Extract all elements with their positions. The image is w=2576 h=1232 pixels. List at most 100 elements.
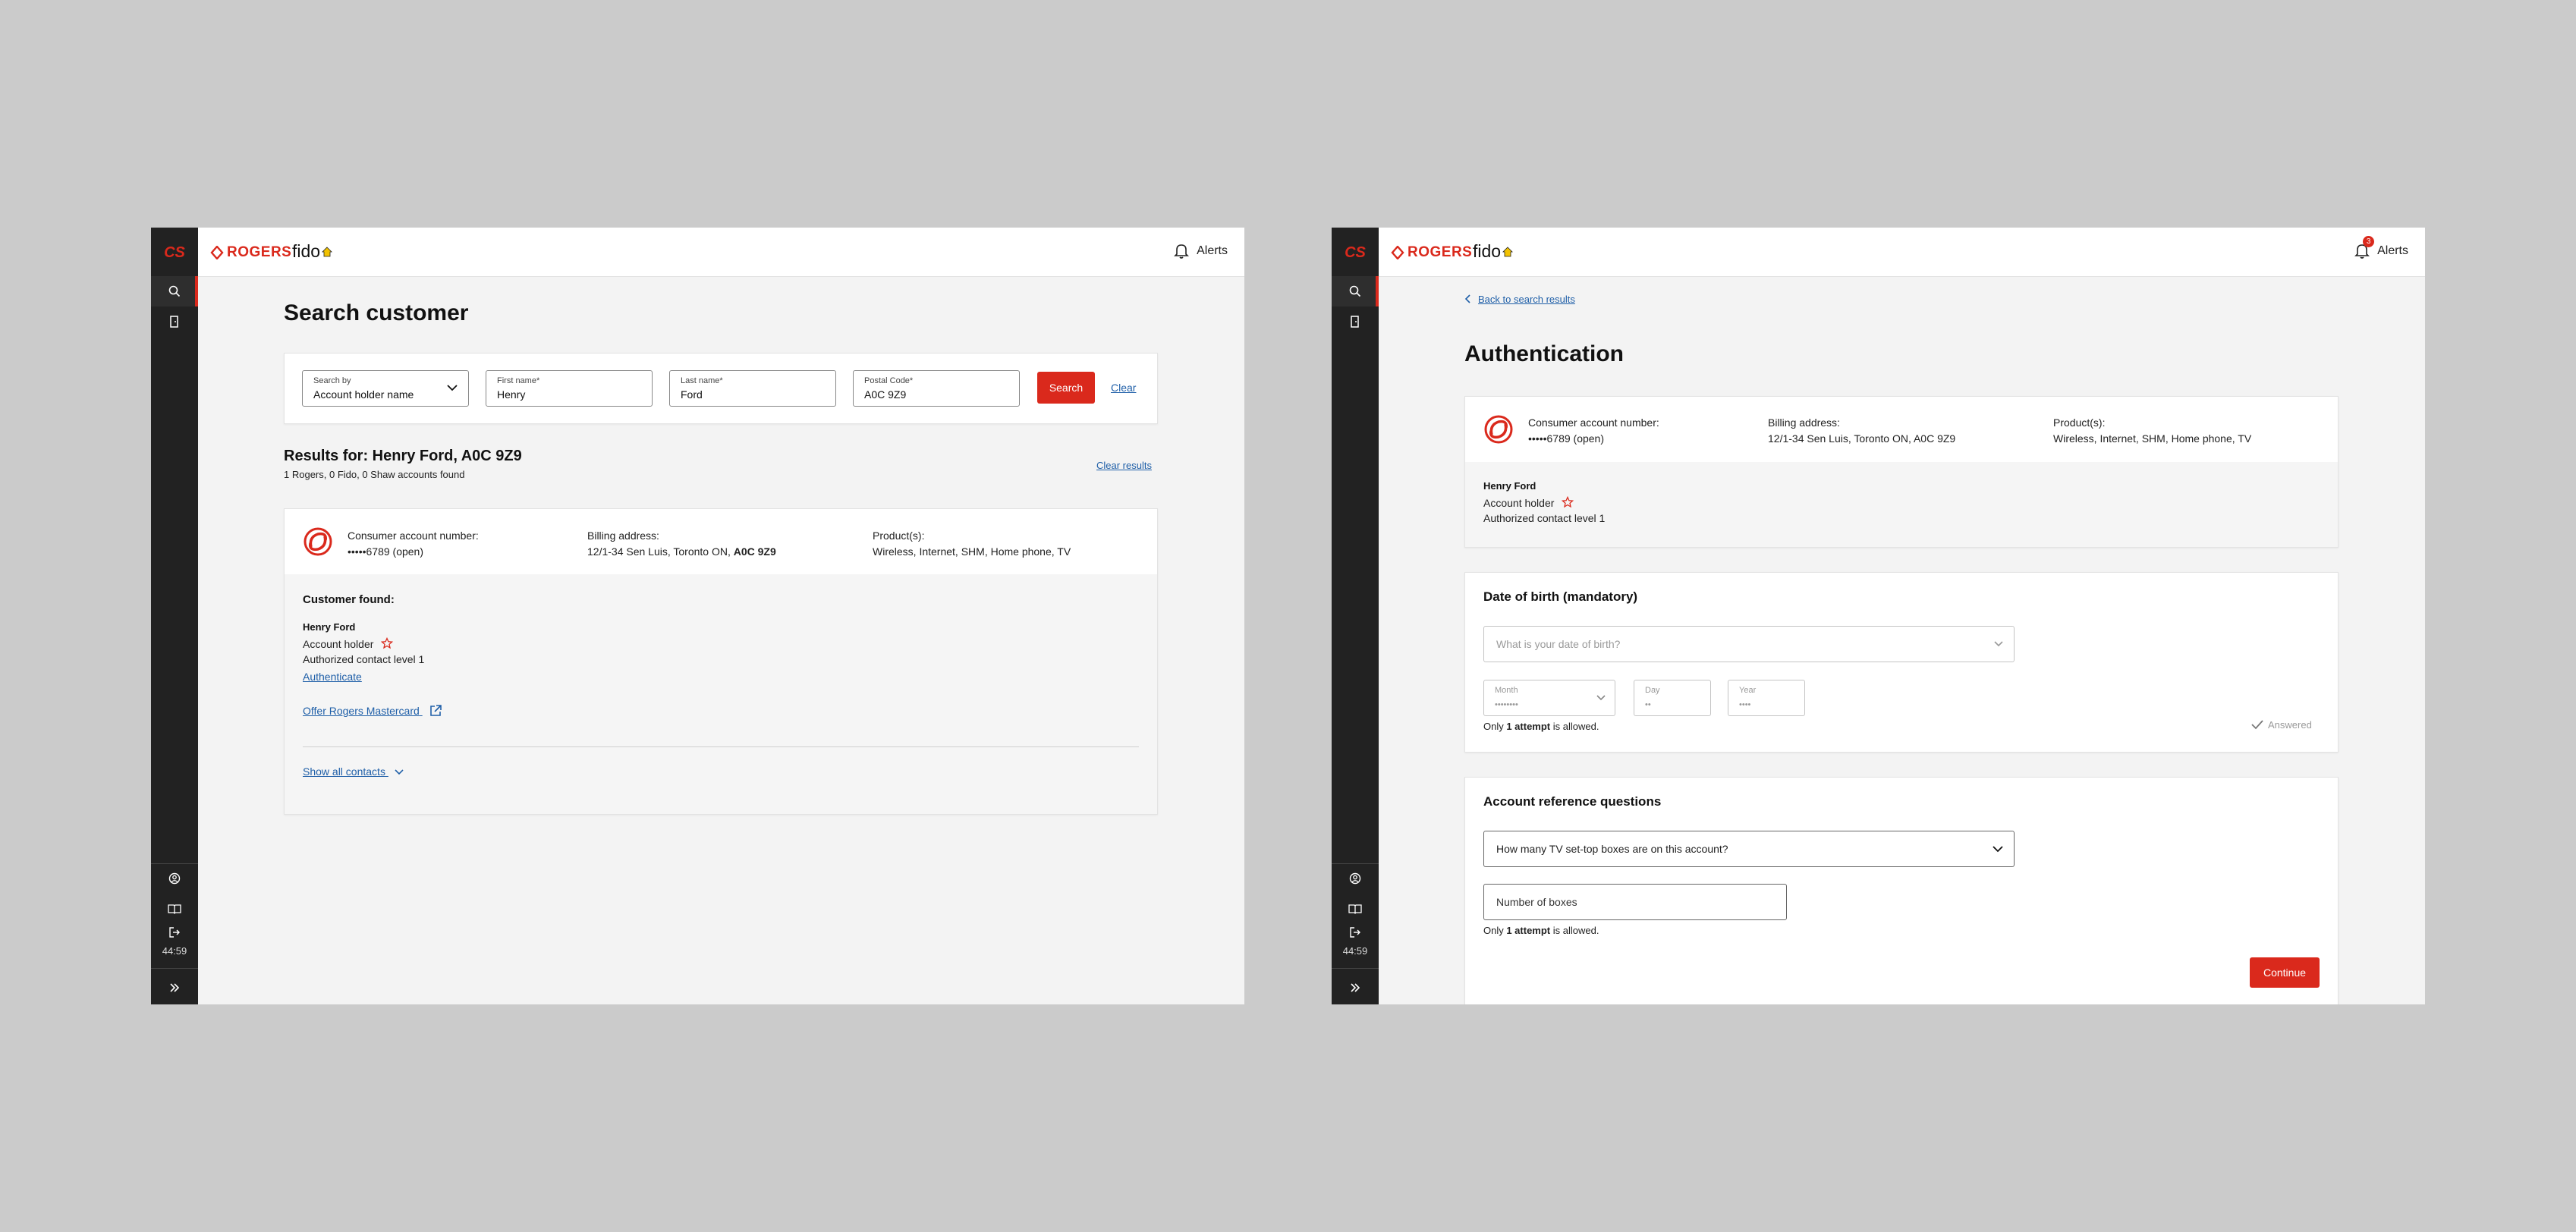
authentication-screen: CS 44:59 ROGERS fido 3 Alerts Back to se… [1332,228,2425,1004]
account-number-value: •••••6789 (open) [1528,432,1605,445]
products-label: Product(s): [873,530,925,542]
fido-wordmark: fido [1473,241,1502,261]
month-label: Month [1495,686,1518,695]
contact-role: Account holder [1483,495,1574,509]
star-icon [1562,495,1574,508]
authenticate-link[interactable]: Authenticate [303,671,362,683]
customer-contact-level: Authorized contact level 1 [303,653,425,665]
account-number-label: Consumer account number: [1528,416,1659,429]
offer-mastercard-text: Offer Rogers Mastercard [303,705,420,717]
rogers-logo: ROGERS [1391,244,1472,261]
attempt-bold: 1 attempt [1506,721,1551,732]
rail-search-button[interactable] [1332,276,1379,306]
rail-divider [151,968,198,969]
postal-code-field[interactable]: Postal Code* A0C 9Z9 [853,370,1020,407]
billing-postal: A0C 9Z9 [733,545,776,558]
clear-link[interactable]: Clear [1111,382,1136,394]
cs-logo-icon: CS [1345,244,1366,261]
double-chevron-right-icon [1351,983,1360,992]
check-icon [2251,720,2263,730]
number-of-boxes-input[interactable]: Number of boxes [1483,884,1787,920]
logout-icon [1350,927,1360,938]
door-icon [170,316,178,328]
rail-search-button[interactable] [151,276,198,306]
alert-count-badge: 3 [2363,236,2375,247]
rail-expand-button[interactable] [1332,973,1379,1003]
side-rail: CS 44:59 [151,228,198,1004]
offer-mastercard-link[interactable]: Offer Rogers Mastercard [303,704,442,718]
billing-address-value: 12/1-34 Sen Luis, Toronto ON, A0C 9Z9 [1768,432,1956,445]
billing-address-label: Billing address: [1768,416,1840,429]
day-value: •• [1645,700,1651,709]
clear-results-link[interactable]: Clear results [1096,460,1152,471]
dob-question-select[interactable]: What is your date of birth? [1483,626,2015,662]
dob-month-select[interactable]: Month •••••••• [1483,680,1615,716]
search-customer-screen: CS 44:59 ROGERS fido Alerts Search custo… [151,228,1244,1004]
products-value: Wireless, Internet, SHM, Home phone, TV [873,545,1071,558]
cs-logo-icon: CS [164,244,185,261]
customer-found-heading: Customer found: [303,593,395,606]
account-reference-heading: Account reference questions [1483,794,1662,809]
search-form: Search by Account holder name First name… [284,353,1158,424]
postal-code-value: A0C 9Z9 [864,388,907,401]
rogers-mark-icon [210,246,224,259]
reference-attempt-note: Only 1 attempt is allowed. [1483,925,1599,936]
rogers-wordmark: ROGERS [227,244,292,260]
reference-question-select[interactable]: How many TV set-top boxes are on this ac… [1483,831,2015,867]
user-circle-icon [1349,872,1361,885]
rail-profile-button[interactable] [151,863,198,894]
book-icon [168,904,181,914]
rail-customer-button[interactable] [151,306,198,337]
rail-customer-button[interactable] [1332,306,1379,337]
billing-street: 12/1-34 Sen Luis, Toronto ON, [587,545,734,558]
rail-expand-button[interactable] [151,973,198,1003]
rail-logout-button[interactable] [1332,921,1379,944]
alerts-button[interactable]: Alerts [1174,243,1228,259]
top-bar: ROGERS fido 3 Alerts [1379,228,2425,277]
continue-button[interactable]: Continue [2250,957,2320,988]
fido-house-icon [322,246,333,256]
customer-found-panel: Customer found: Henry Ford Account holde… [285,574,1157,814]
result-card: Consumer account number: •••••6789 (open… [284,508,1158,815]
rail-book-button[interactable] [1332,894,1379,924]
alerts-label: Alerts [1197,244,1228,257]
bell-icon: 3 [2354,236,2375,259]
last-name-field[interactable]: Last name* Ford [669,370,836,407]
contact-name: Henry Ford [1483,480,1536,492]
show-all-contacts-link[interactable]: Show all contacts [303,765,404,778]
day-label: Day [1645,686,1660,695]
products-label: Product(s): [2053,416,2106,429]
search-button[interactable]: Search [1037,372,1095,404]
user-circle-icon [168,872,181,885]
search-by-select[interactable]: Search by Account holder name [302,370,469,407]
rail-book-button[interactable] [151,894,198,924]
rogers-account-icon [1484,415,1513,444]
rail-profile-button[interactable] [1332,863,1379,894]
chevron-down-icon [395,769,404,775]
dob-heading: Date of birth (mandatory) [1483,589,1638,604]
alerts-button[interactable]: 3 Alerts [2354,236,2408,259]
contact-panel: Henry Ford Account holder Authorized con… [1465,462,2338,547]
last-name-label: Last name* [681,376,723,385]
session-timer: 44:59 [1342,945,1368,957]
billing-address-label: Billing address: [587,530,659,542]
first-name-field[interactable]: First name* Henry [486,370,653,407]
account-reference-card: Account reference questions How many TV … [1464,777,2339,1004]
dob-year-field[interactable]: Year •••• [1728,680,1805,716]
back-link-text: Back to search results [1478,294,1575,305]
account-number-value: •••••6789 (open) [348,545,424,558]
attempt-prefix: Only [1483,925,1507,936]
double-chevron-right-icon [170,983,180,992]
star-icon [381,636,394,649]
back-to-results-link[interactable]: Back to search results [1464,294,1575,305]
page-title: Search customer [284,300,469,325]
rail-logout-button[interactable] [151,921,198,944]
fido-logo: fido [1473,241,1514,262]
dob-day-field[interactable]: Day •• [1634,680,1711,716]
rail-divider [1332,968,1379,969]
side-rail: CS 44:59 [1332,228,1379,1004]
page-title: Authentication [1464,341,1624,366]
chevron-down-icon [1596,695,1606,701]
account-summary-card: Consumer account number: •••••6789 (open… [1464,396,2339,548]
first-name-label: First name* [497,376,540,385]
